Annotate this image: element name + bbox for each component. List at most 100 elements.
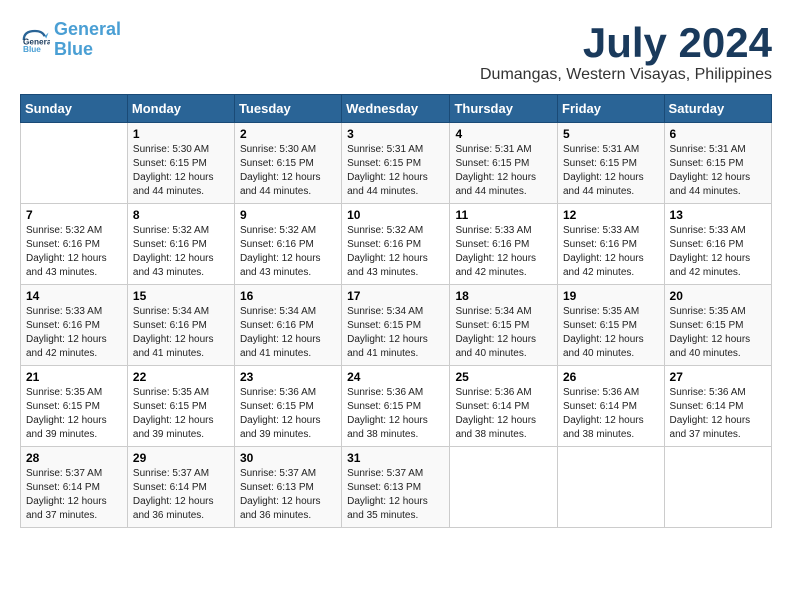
day-info: Sunrise: 5:35 AM Sunset: 6:15 PM Dayligh…	[563, 305, 659, 361]
calendar-cell: 17 Sunrise: 5:34 AM Sunset: 6:15 PM Dayli…	[342, 285, 450, 366]
day-number: 3	[347, 127, 444, 141]
calendar-cell	[664, 447, 771, 528]
calendar-cell: 20Sunrise: 5:35 AM Sunset: 6:15 PM Dayli…	[664, 285, 771, 366]
day-info: Sunrise: 5:37 AM Sunset: 6:14 PM Dayligh…	[133, 467, 229, 523]
calendar-cell: 24 Sunrise: 5:36 AM Sunset: 6:15 PM Dayli…	[342, 366, 450, 447]
svg-text:Blue: Blue	[23, 45, 41, 54]
day-number: 2	[240, 127, 336, 141]
calendar-cell: 22 Sunrise: 5:35 AM Sunset: 6:15 PM Dayli…	[127, 366, 234, 447]
day-number: 4	[455, 127, 552, 141]
calendar-cell	[450, 447, 558, 528]
day-number: 1	[133, 127, 229, 141]
day-info: Sunrise: 5:32 AM Sunset: 6:16 PM Dayligh…	[133, 224, 229, 280]
day-info: Sunrise: 5:34 AM Sunset: 6:15 PM Dayligh…	[347, 305, 444, 361]
logo: General Blue General Blue	[20, 20, 121, 60]
day-number: 11	[455, 208, 552, 222]
calendar-week-row: 21 Sunrise: 5:35 AM Sunset: 6:15 PM Dayli…	[21, 366, 772, 447]
logo-line2: Blue	[54, 39, 93, 59]
day-info: Sunrise: 5:30 AM Sunset: 6:15 PM Dayligh…	[240, 143, 336, 199]
day-number: 16	[240, 289, 336, 303]
day-number: 15	[133, 289, 229, 303]
calendar-cell: 14Sunrise: 5:33 AM Sunset: 6:16 PM Dayli…	[21, 285, 128, 366]
calendar-cell: 10Sunrise: 5:32 AM Sunset: 6:16 PM Dayli…	[342, 204, 450, 285]
calendar-cell: 27Sunrise: 5:36 AM Sunset: 6:14 PM Dayli…	[664, 366, 771, 447]
day-info: Sunrise: 5:31 AM Sunset: 6:15 PM Dayligh…	[563, 143, 659, 199]
day-info: Sunrise: 5:32 AM Sunset: 6:16 PM Dayligh…	[26, 224, 122, 280]
calendar-cell: 5Sunrise: 5:31 AM Sunset: 6:15 PM Daylig…	[558, 123, 665, 204]
day-info: Sunrise: 5:31 AM Sunset: 6:15 PM Dayligh…	[455, 143, 552, 199]
weekday-header-cell: Wednesday	[342, 95, 450, 123]
day-number: 9	[240, 208, 336, 222]
calendar-cell: 18 Sunrise: 5:34 AM Sunset: 6:15 PM Dayli…	[450, 285, 558, 366]
day-info: Sunrise: 5:36 AM Sunset: 6:15 PM Dayligh…	[240, 386, 336, 442]
calendar-cell: 30Sunrise: 5:37 AM Sunset: 6:13 PM Dayli…	[234, 447, 341, 528]
page-header: General Blue General Blue July 2024 Duma…	[20, 20, 772, 84]
weekday-header-cell: Saturday	[664, 95, 771, 123]
day-number: 20	[670, 289, 766, 303]
calendar-body: 1 Sunrise: 5:30 AM Sunset: 6:15 PM Daylig…	[21, 123, 772, 528]
day-number: 21	[26, 370, 122, 384]
day-number: 28	[26, 451, 122, 465]
weekday-header-cell: Sunday	[21, 95, 128, 123]
day-info: Sunrise: 5:33 AM Sunset: 6:16 PM Dayligh…	[26, 305, 122, 361]
calendar-cell: 26Sunrise: 5:36 AM Sunset: 6:14 PM Dayli…	[558, 366, 665, 447]
calendar-cell	[21, 123, 128, 204]
day-info: Sunrise: 5:36 AM Sunset: 6:14 PM Dayligh…	[455, 386, 552, 442]
calendar-cell: 19 Sunrise: 5:35 AM Sunset: 6:15 PM Dayli…	[558, 285, 665, 366]
calendar-cell: 16 Sunrise: 5:34 AM Sunset: 6:16 PM Dayli…	[234, 285, 341, 366]
calendar-cell: 23 Sunrise: 5:36 AM Sunset: 6:15 PM Dayli…	[234, 366, 341, 447]
day-info: Sunrise: 5:33 AM Sunset: 6:16 PM Dayligh…	[563, 224, 659, 280]
calendar-cell: 11 Sunrise: 5:33 AM Sunset: 6:16 PM Dayli…	[450, 204, 558, 285]
day-number: 18	[455, 289, 552, 303]
logo-icon: General Blue	[20, 25, 50, 55]
day-number: 7	[26, 208, 122, 222]
calendar-cell: 21 Sunrise: 5:35 AM Sunset: 6:15 PM Dayli…	[21, 366, 128, 447]
calendar-cell: 29Sunrise: 5:37 AM Sunset: 6:14 PM Dayli…	[127, 447, 234, 528]
calendar-cell: 31 Sunrise: 5:37 AM Sunset: 6:13 PM Dayli…	[342, 447, 450, 528]
day-number: 24	[347, 370, 444, 384]
calendar-cell: 28 Sunrise: 5:37 AM Sunset: 6:14 PM Dayli…	[21, 447, 128, 528]
day-info: Sunrise: 5:36 AM Sunset: 6:14 PM Dayligh…	[563, 386, 659, 442]
weekday-header-cell: Friday	[558, 95, 665, 123]
calendar-cell: 25 Sunrise: 5:36 AM Sunset: 6:14 PM Dayli…	[450, 366, 558, 447]
day-number: 23	[240, 370, 336, 384]
month-title: July 2024	[480, 20, 772, 66]
day-info: Sunrise: 5:34 AM Sunset: 6:15 PM Dayligh…	[455, 305, 552, 361]
calendar-week-row: 28 Sunrise: 5:37 AM Sunset: 6:14 PM Dayli…	[21, 447, 772, 528]
location: Dumangas, Western Visayas, Philippines	[480, 66, 772, 84]
day-info: Sunrise: 5:37 AM Sunset: 6:13 PM Dayligh…	[347, 467, 444, 523]
day-info: Sunrise: 5:35 AM Sunset: 6:15 PM Dayligh…	[133, 386, 229, 442]
day-info: Sunrise: 5:35 AM Sunset: 6:15 PM Dayligh…	[26, 386, 122, 442]
day-info: Sunrise: 5:31 AM Sunset: 6:15 PM Dayligh…	[670, 143, 766, 199]
day-number: 22	[133, 370, 229, 384]
day-info: Sunrise: 5:32 AM Sunset: 6:16 PM Dayligh…	[240, 224, 336, 280]
day-info: Sunrise: 5:33 AM Sunset: 6:16 PM Dayligh…	[670, 224, 766, 280]
logo-line1: General	[54, 19, 121, 39]
day-info: Sunrise: 5:37 AM Sunset: 6:14 PM Dayligh…	[26, 467, 122, 523]
calendar-cell: 13 Sunrise: 5:33 AM Sunset: 6:16 PM Dayli…	[664, 204, 771, 285]
calendar-table: SundayMondayTuesdayWednesdayThursdayFrid…	[20, 94, 772, 528]
day-number: 13	[670, 208, 766, 222]
calendar-cell: 2 Sunrise: 5:30 AM Sunset: 6:15 PM Daylig…	[234, 123, 341, 204]
calendar-cell: 12 Sunrise: 5:33 AM Sunset: 6:16 PM Dayli…	[558, 204, 665, 285]
day-number: 19	[563, 289, 659, 303]
day-info: Sunrise: 5:34 AM Sunset: 6:16 PM Dayligh…	[240, 305, 336, 361]
calendar-week-row: 7 Sunrise: 5:32 AM Sunset: 6:16 PM Daylig…	[21, 204, 772, 285]
day-info: Sunrise: 5:34 AM Sunset: 6:16 PM Dayligh…	[133, 305, 229, 361]
calendar-cell: 3 Sunrise: 5:31 AM Sunset: 6:15 PM Daylig…	[342, 123, 450, 204]
calendar-cell: 6 Sunrise: 5:31 AM Sunset: 6:15 PM Daylig…	[664, 123, 771, 204]
day-info: Sunrise: 5:33 AM Sunset: 6:16 PM Dayligh…	[455, 224, 552, 280]
day-number: 31	[347, 451, 444, 465]
day-info: Sunrise: 5:32 AM Sunset: 6:16 PM Dayligh…	[347, 224, 444, 280]
title-block: July 2024 Dumangas, Western Visayas, Phi…	[480, 20, 772, 84]
day-info: Sunrise: 5:31 AM Sunset: 6:15 PM Dayligh…	[347, 143, 444, 199]
weekday-header-cell: Monday	[127, 95, 234, 123]
day-number: 6	[670, 127, 766, 141]
logo-text: General Blue	[54, 20, 121, 60]
weekday-header-cell: Tuesday	[234, 95, 341, 123]
day-number: 12	[563, 208, 659, 222]
day-info: Sunrise: 5:36 AM Sunset: 6:15 PM Dayligh…	[347, 386, 444, 442]
day-number: 25	[455, 370, 552, 384]
day-number: 17	[347, 289, 444, 303]
calendar-cell: 1Sunrise: 5:30 AM Sunset: 6:15 PM Daylig…	[127, 123, 234, 204]
